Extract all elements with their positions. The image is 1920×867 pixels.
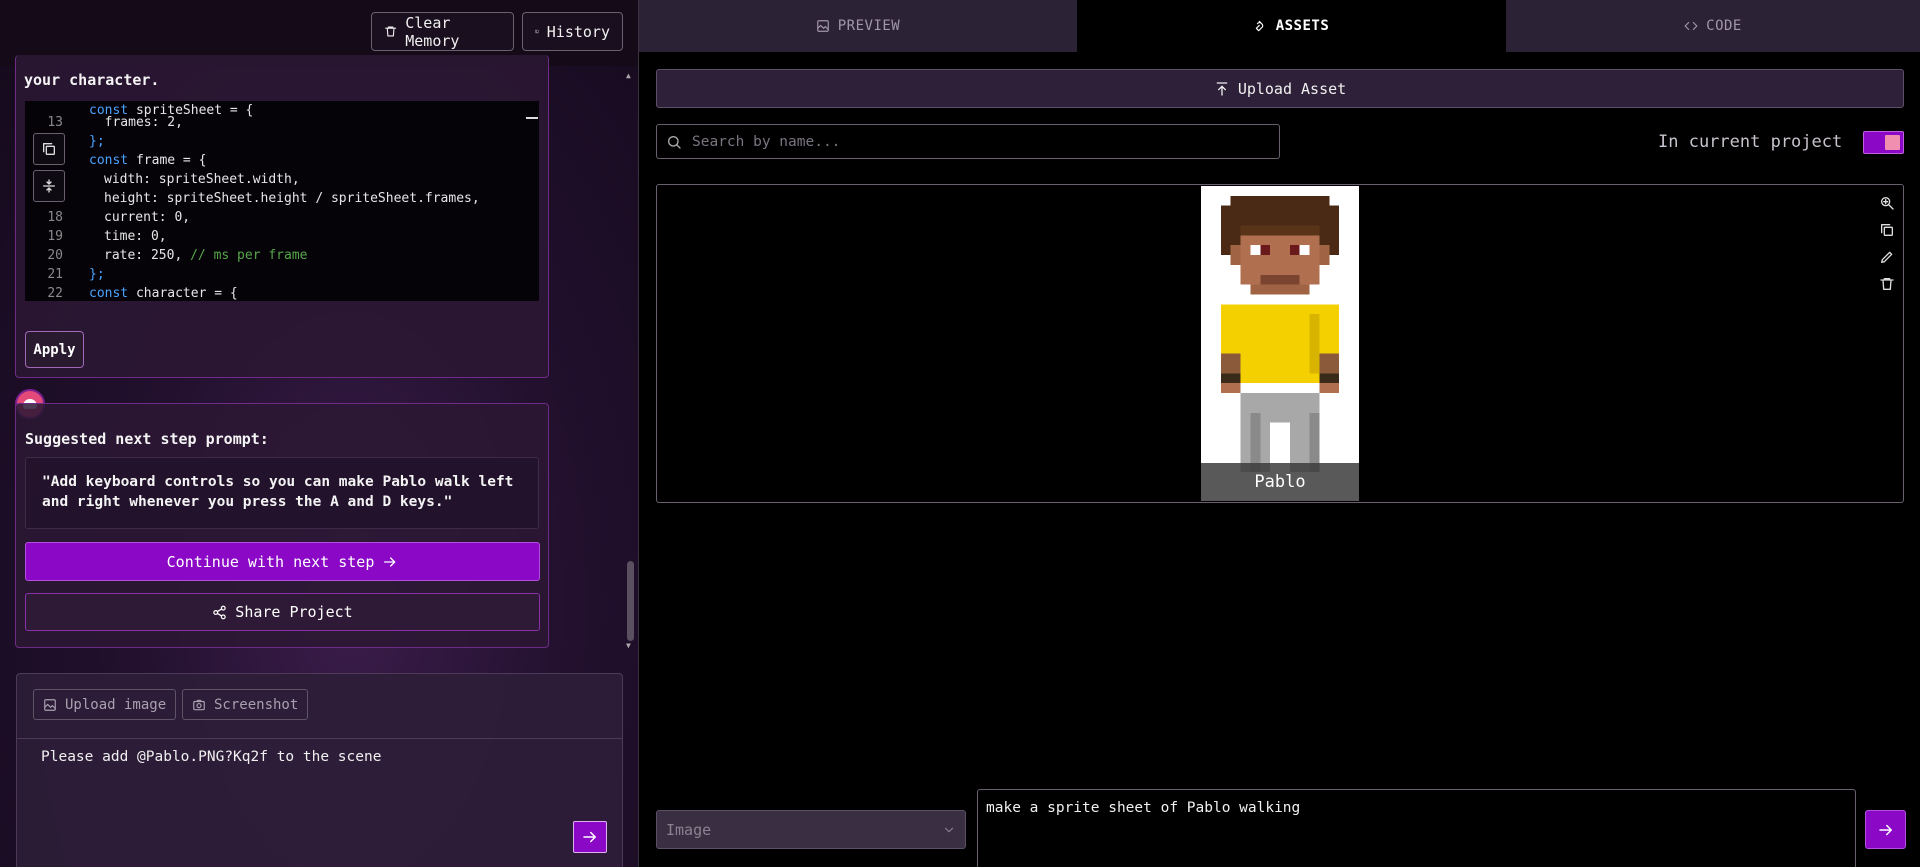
tab-code[interactable]: CODE [1506, 0, 1920, 52]
code-scroll-marker [526, 117, 538, 119]
image-icon [44, 698, 56, 711]
upload-asset-label: Upload Asset [1237, 79, 1347, 98]
trash-icon [385, 26, 397, 37]
code-icon [1684, 21, 1698, 31]
tab-preview[interactable]: PREVIEW [639, 0, 1077, 52]
workspace-tabs: PREVIEW ASSETS CODE [639, 0, 1920, 52]
asset-card-pablo[interactable]: Pablo [1201, 186, 1359, 501]
code-line: 13 frames: 2, [47, 115, 183, 130]
send-message-button[interactable] [573, 821, 607, 853]
suggested-prompt: "Add keyboard controls so you can make P… [25, 457, 539, 529]
code-line: 18 current: 0, [47, 210, 191, 225]
generation-prompt-input[interactable]: make a sprite sheet of Pablo walking [977, 789, 1856, 867]
share-label: Share Project [235, 603, 353, 621]
generation-prompt-text: make a sprite sheet of Pablo walking [986, 800, 1301, 816]
continue-next-step-button[interactable]: Continue with next step [25, 542, 540, 581]
history-label: History [546, 22, 610, 41]
copy-code-button[interactable] [33, 133, 65, 165]
copy-icon [43, 143, 55, 155]
tab-assets-label: ASSETS [1275, 18, 1330, 34]
arrow-right-icon [1878, 824, 1892, 835]
current-project-toggle[interactable] [1863, 131, 1904, 154]
arrow-right-icon [583, 831, 596, 843]
scroll-up-arrow[interactable]: ▲ [626, 72, 634, 80]
search-icon [668, 135, 681, 149]
apply-button[interactable]: Apply [25, 331, 84, 368]
asset-name-label: Pablo [1201, 463, 1359, 501]
share-project-button[interactable]: Share Project [25, 593, 540, 631]
toggle-knob [1885, 135, 1900, 150]
tab-preview-label: PREVIEW [837, 18, 901, 34]
code-line: 22 const character = { [47, 286, 238, 301]
scroll-down-arrow[interactable]: ▼ [626, 642, 634, 650]
upload-image-button[interactable]: Upload image [33, 689, 177, 720]
image-icon [816, 20, 829, 32]
clear-memory-button[interactable]: Clear Memory [371, 12, 514, 51]
share-icon [213, 605, 227, 619]
copy-icon[interactable] [1879, 222, 1895, 238]
suggestion-heading: Suggested next step prompt: [25, 430, 269, 448]
screenshot-button[interactable]: Screenshot [182, 689, 309, 720]
asset-viewer: Pablo [656, 184, 1904, 503]
message-composer: Upload image Screenshot Please add @Pabl… [16, 673, 623, 867]
code-line: const frame = { [89, 153, 207, 168]
code-line: }; [89, 134, 105, 149]
camera-icon [193, 699, 205, 710]
composer-divider [17, 738, 622, 739]
assets-icon [1255, 20, 1263, 32]
code-block: const spriteSheet = { 13 frames: 2, }; c… [25, 101, 539, 301]
asset-search-field[interactable]: Search by name... [656, 124, 1280, 159]
zoom-in-icon[interactable] [1879, 195, 1895, 211]
workspace-panel: PREVIEW ASSETS CODE Upload Asset Search … [639, 0, 1920, 867]
upload-asset-button[interactable]: Upload Asset [656, 69, 1904, 108]
arrow-right-icon [384, 556, 396, 567]
code-line: 20 rate: 250, // ms per frame [47, 248, 308, 263]
history-icon [535, 29, 539, 34]
expand-vertical-icon [43, 179, 55, 193]
asset-type-value: Image [666, 820, 712, 839]
search-placeholder: Search by name... [692, 133, 841, 150]
asset-type-select[interactable]: Image [656, 810, 966, 849]
code-line: 21}; [47, 267, 105, 282]
history-button[interactable]: History [522, 12, 623, 51]
code-line: height: spriteSheet.height / spriteSheet… [104, 191, 480, 206]
tab-code-label: CODE [1706, 18, 1742, 34]
pablo-sprite-image [1220, 195, 1340, 472]
continue-label: Continue with next step [166, 552, 375, 571]
generate-button[interactable] [1865, 810, 1906, 849]
filter-label: In current project [1658, 132, 1843, 152]
upload-icon [1216, 81, 1228, 96]
chevron-down-icon [944, 827, 954, 832]
chat-panel: Clear Memory History your character. con… [0, 0, 638, 867]
screenshot-label: Screenshot [214, 696, 299, 713]
clear-memory-label: Clear Memory [405, 13, 460, 50]
expand-code-button[interactable] [33, 170, 65, 202]
code-line: width: spriteSheet.width, [104, 172, 300, 187]
message-text: your character. [24, 71, 160, 89]
upload-image-label: Upload image [65, 696, 167, 713]
chat-scrollbar-thumb[interactable] [627, 561, 634, 641]
edit-icon[interactable] [1879, 249, 1895, 265]
tab-assets[interactable]: ASSETS [1077, 0, 1506, 52]
message-input[interactable]: Please add @Pablo.PNG?Kq2f to the scene [41, 749, 601, 829]
code-line: 19 time: 0, [47, 229, 167, 244]
trash-icon[interactable] [1879, 276, 1895, 292]
